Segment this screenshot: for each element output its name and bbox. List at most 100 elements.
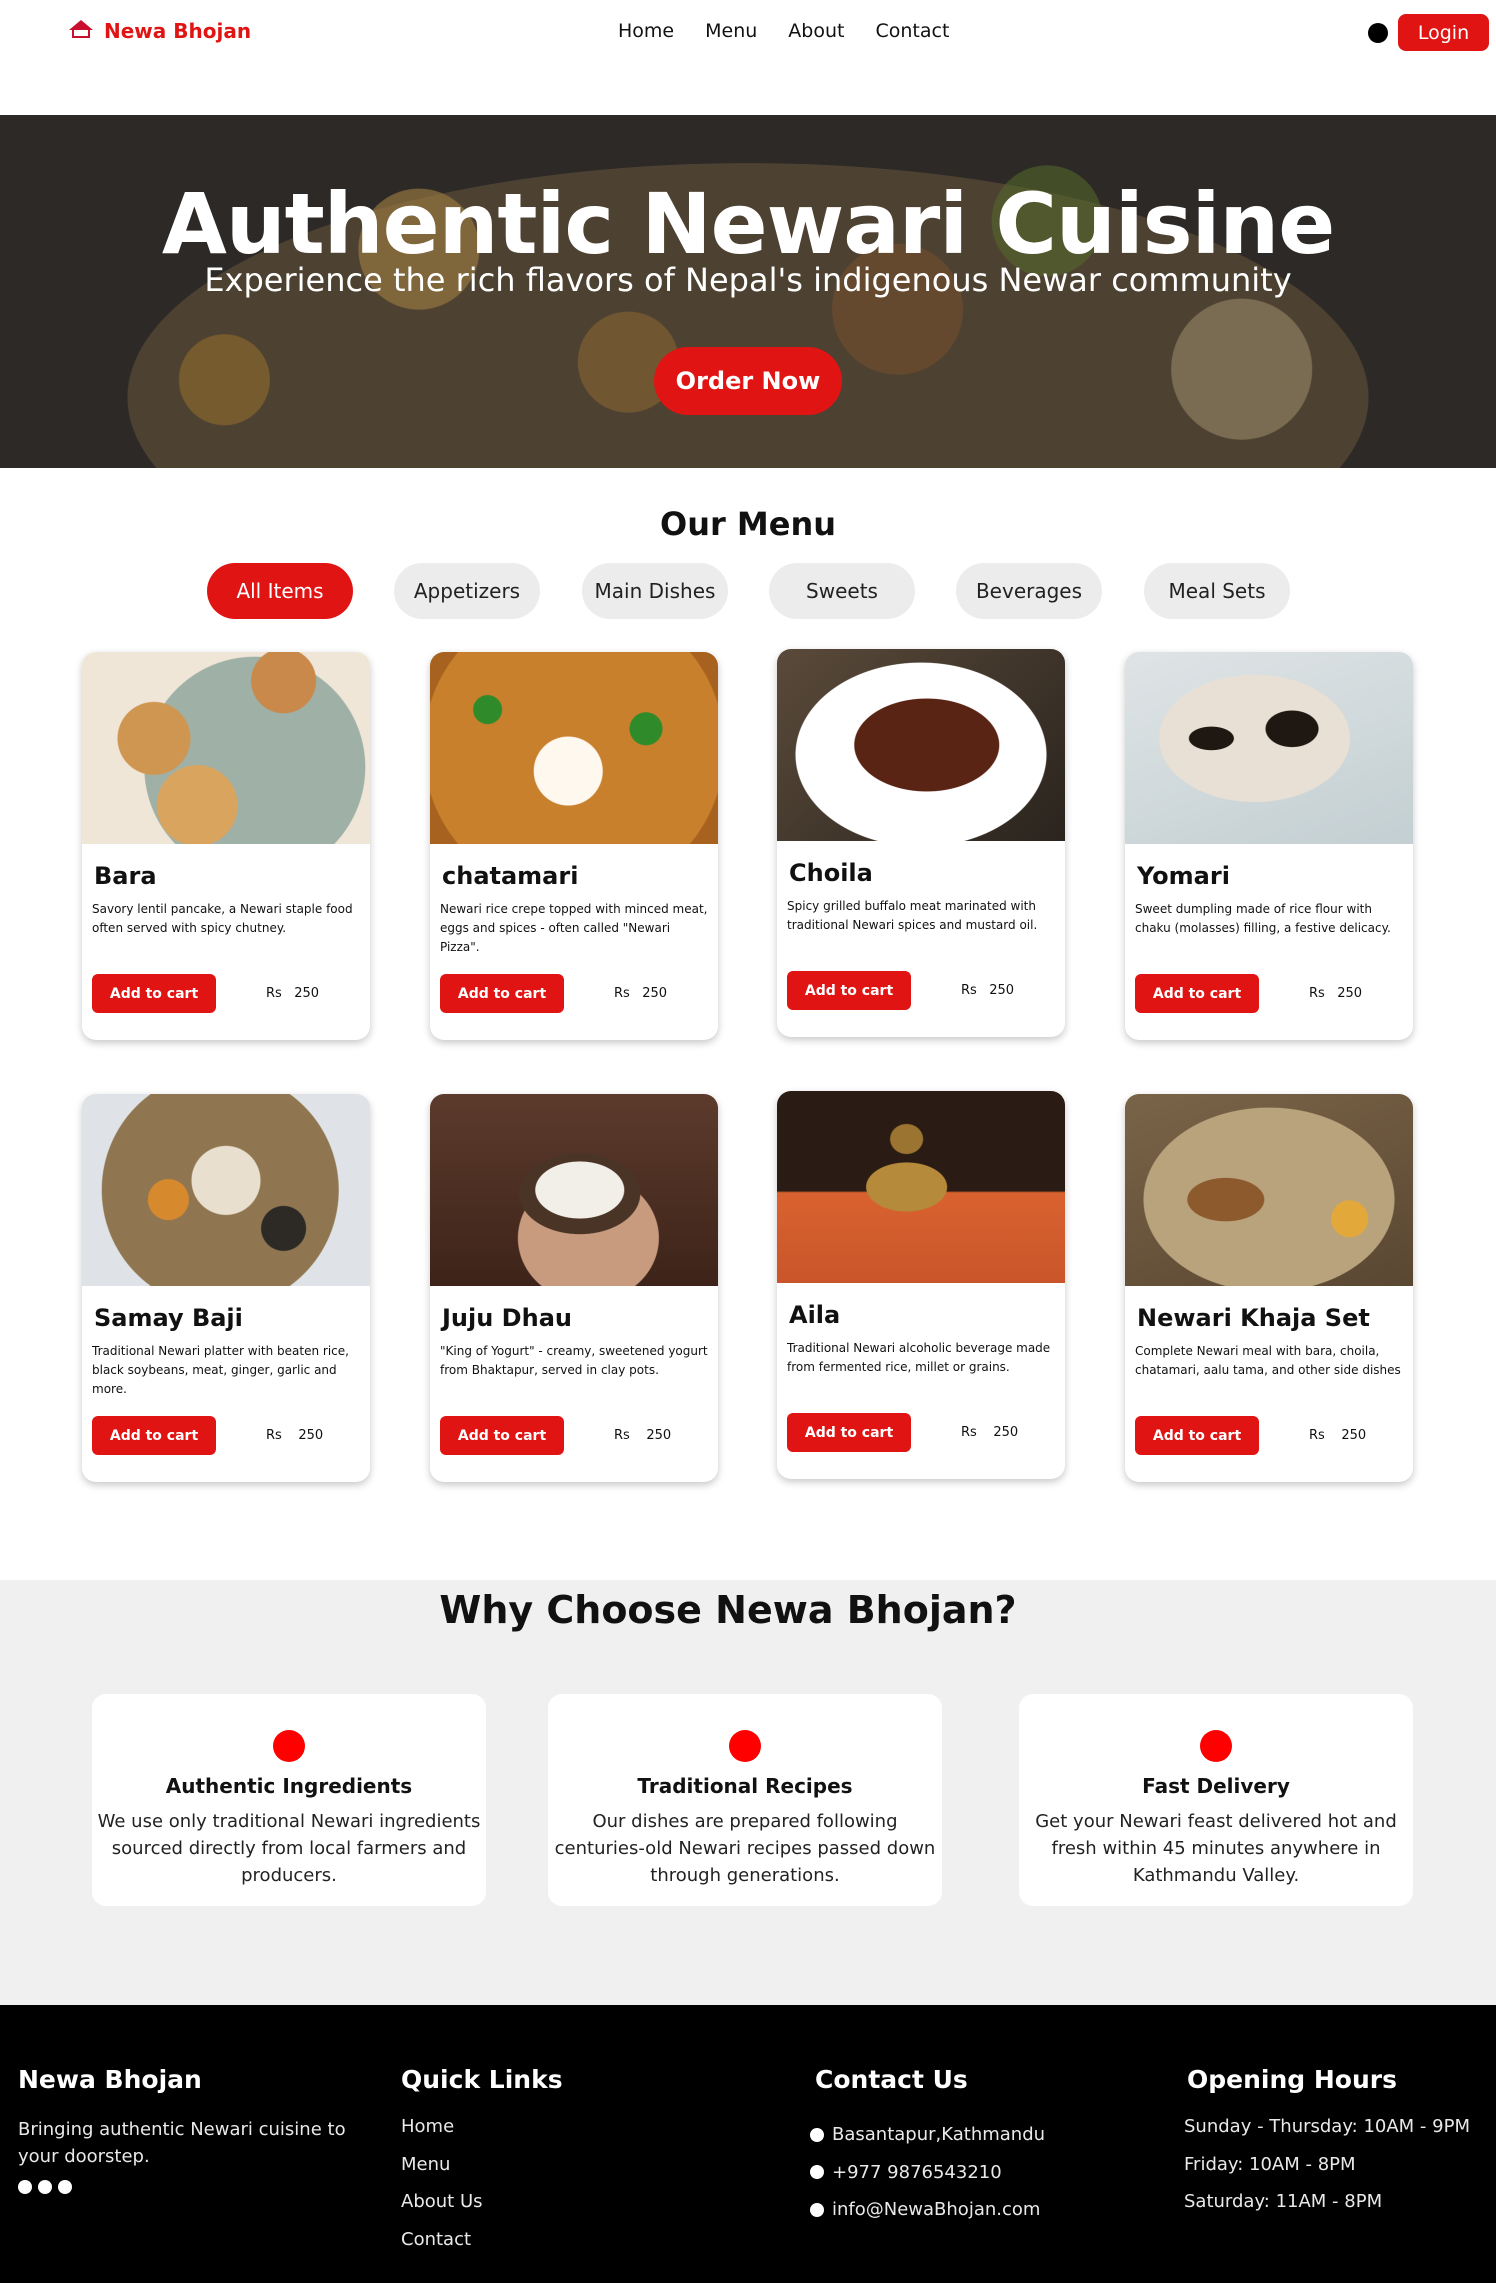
- dish-image-newari-khaja-set: [1125, 1094, 1413, 1286]
- brand[interactable]: Newa Bhojan: [66, 18, 251, 44]
- nav-links: Home Menu About Contact: [618, 20, 949, 42]
- top-navbar: Newa Bhojan Home Menu About Contact Logi…: [0, 0, 1496, 66]
- dish-price: Rs 250: [961, 1425, 1019, 1440]
- dish-description: Newari rice crepe topped with minced mea…: [440, 902, 708, 954]
- contact-email-text: info@NewaBhojan.com: [832, 2199, 1041, 2221]
- menu-card-samay-baji[interactable]: Samay Baji Traditional Newari platter wi…: [82, 1094, 370, 1482]
- email-icon: [810, 2202, 824, 2217]
- dish-price: Rs 250: [1309, 986, 1363, 1001]
- footer-quick-title: Quick Links: [401, 2065, 563, 2094]
- menu-card-newari-khaja-set[interactable]: Newari Khaja Set Complete Newari meal wi…: [1125, 1094, 1413, 1482]
- filter-appetizers[interactable]: Appetizers: [394, 563, 540, 619]
- site-footer: Newa Bhojan Bringing authentic Newari cu…: [0, 2005, 1496, 2283]
- menu-card-chatamari[interactable]: chatamari Newari rice crepe topped with …: [430, 652, 718, 1040]
- filter-beverages[interactable]: Beverages: [956, 563, 1102, 619]
- menu-card-juju-dhau[interactable]: Juju Dhau "King of Yogurt" - creamy, swe…: [430, 1094, 718, 1482]
- footer-link-contact[interactable]: Contact: [401, 2229, 641, 2267]
- dish-price: Rs 250: [614, 986, 668, 1001]
- filter-sweets[interactable]: Sweets: [769, 563, 915, 619]
- dish-description: Savory lentil pancake, a Newari staple f…: [92, 902, 353, 935]
- social-icon[interactable]: [18, 2180, 32, 2194]
- add-to-cart-button[interactable]: Add to cart: [787, 971, 911, 1010]
- feature-icon: [729, 1730, 761, 1762]
- menu-card-aila[interactable]: Aila Traditional Newari alcoholic bevera…: [777, 1091, 1065, 1479]
- dish-name: Newari Khaja Set: [1137, 1304, 1370, 1332]
- dish-description: Complete Newari meal with bara, choila, …: [1135, 1344, 1401, 1377]
- brand-name: Newa Bhojan: [104, 19, 252, 43]
- footer-tagline: Bringing authentic Newari cuisine to you…: [18, 2119, 346, 2167]
- social-icon[interactable]: [58, 2180, 72, 2194]
- add-to-cart-button[interactable]: Add to cart: [92, 1416, 216, 1455]
- dish-price: Rs 250: [961, 983, 1015, 998]
- footer-link-menu[interactable]: Menu: [401, 2154, 641, 2192]
- feature-card-recipes: Traditional Recipes Our dishes are prepa…: [548, 1694, 942, 1906]
- hours-friday: Friday: 10AM - 8PM: [1184, 2153, 1356, 2175]
- footer-hours: Opening Hours Sunday - Thursday: 10AM - …: [1184, 2065, 1484, 2229]
- add-to-cart-button[interactable]: Add to cart: [440, 1416, 564, 1455]
- hours-saturday: Saturday: 11AM - 8PM: [1184, 2191, 1383, 2212]
- filter-meal-sets[interactable]: Meal Sets: [1144, 563, 1290, 619]
- footer-quick-links: Quick Links Home Menu About Us Contact: [401, 2065, 641, 2266]
- dish-description: Spicy grilled buffalo meat marinated wit…: [787, 899, 1038, 932]
- feature-title: Authentic Ingredients: [165, 1774, 413, 1798]
- dish-name: Yomari: [1137, 862, 1230, 890]
- dish-price: Rs 250: [266, 1428, 324, 1443]
- contact-phone: +977 9876543210: [810, 2154, 1110, 2192]
- dish-name: chatamari: [442, 862, 579, 890]
- footer-link-home[interactable]: Home: [401, 2116, 641, 2154]
- feature-card-ingredients: Authentic Ingredients We use only tradit…: [92, 1694, 486, 1906]
- dish-price: Rs 250: [266, 986, 320, 1001]
- theme-toggle-icon[interactable]: [1368, 23, 1388, 43]
- contact-phone-text: +977 9876543210: [832, 2161, 1002, 2183]
- footer-about: Newa Bhojan Bringing authentic Newari cu…: [18, 2065, 358, 2194]
- menu-card-bara[interactable]: Bara Savory lentil pancake, a Newari sta…: [82, 652, 370, 1040]
- menu-section-title: Our Menu: [659, 505, 836, 543]
- hero-subtitle: Experience the rich flavors of Nepal's i…: [204, 261, 1292, 299]
- dish-image-samay-baji: [82, 1094, 370, 1286]
- nav-link-contact[interactable]: Contact: [875, 20, 949, 42]
- add-to-cart-button[interactable]: Add to cart: [92, 974, 216, 1013]
- dish-image-aila: [777, 1091, 1065, 1283]
- dish-name: Bara: [94, 862, 157, 890]
- dish-image-yomari: [1125, 652, 1413, 844]
- feature-card-delivery: Fast Delivery Get your Newari feast deli…: [1019, 1694, 1413, 1906]
- feature-text: Get your Newari feast delivered hot and …: [1035, 1811, 1397, 1886]
- why-title: Why Choose Newa Bhojan?: [439, 1588, 1017, 1632]
- dish-description: Sweet dumpling made of rice flour with c…: [1135, 902, 1391, 935]
- nav-link-about[interactable]: About: [788, 20, 844, 42]
- add-to-cart-button[interactable]: Add to cart: [787, 1413, 911, 1452]
- contact-address-text: Basantapur,Kathmandu: [832, 2124, 1046, 2146]
- footer-contact: Contact Us Basantapur,Kathmandu +977 987…: [810, 2065, 1110, 2229]
- logo-icon: [66, 18, 96, 44]
- feature-icon: [273, 1730, 305, 1762]
- menu-card-choila[interactable]: Choila Spicy grilled buffalo meat marina…: [777, 649, 1065, 1037]
- add-to-cart-button[interactable]: Add to cart: [1135, 1416, 1259, 1455]
- hero-title: Authentic Newari Cuisine: [161, 175, 1335, 273]
- add-to-cart-button[interactable]: Add to cart: [1135, 974, 1259, 1013]
- login-button[interactable]: Login: [1398, 14, 1489, 51]
- footer-hours-title: Opening Hours: [1187, 2065, 1397, 2094]
- nav-link-menu[interactable]: Menu: [705, 20, 757, 42]
- dish-name: Aila: [789, 1301, 841, 1329]
- dish-image-chatamari: [430, 652, 718, 844]
- filter-all-items[interactable]: All Items: [207, 563, 353, 619]
- filter-main-dishes[interactable]: Main Dishes: [582, 563, 728, 619]
- contact-email: info@NewaBhojan.com: [810, 2191, 1110, 2229]
- feature-text: Our dishes are prepared following centur…: [554, 1811, 936, 1886]
- dish-name: Samay Baji: [94, 1304, 243, 1332]
- feature-title: Fast Delivery: [1142, 1774, 1290, 1798]
- nav-link-home[interactable]: Home: [618, 20, 674, 42]
- footer-brand: Newa Bhojan: [18, 2065, 202, 2094]
- phone-icon: [810, 2165, 824, 2180]
- menu-card-yomari[interactable]: Yomari Sweet dumpling made of rice flour…: [1125, 652, 1413, 1040]
- dish-description: "King of Yogurt" - creamy, sweetened yog…: [440, 1344, 708, 1377]
- dish-image-juju-dhau: [430, 1094, 718, 1286]
- dish-description: Traditional Newari alcoholic beverage ma…: [787, 1341, 1051, 1374]
- dish-description: Traditional Newari platter with beaten r…: [92, 1344, 349, 1396]
- social-icon[interactable]: [38, 2180, 52, 2194]
- add-to-cart-button[interactable]: Add to cart: [440, 974, 564, 1013]
- footer-link-about[interactable]: About Us: [401, 2191, 641, 2229]
- feature-text: We use only traditional Newari ingredien…: [97, 1811, 481, 1886]
- dish-price: Rs 250: [614, 1428, 672, 1443]
- order-now-button[interactable]: Order Now: [654, 347, 842, 415]
